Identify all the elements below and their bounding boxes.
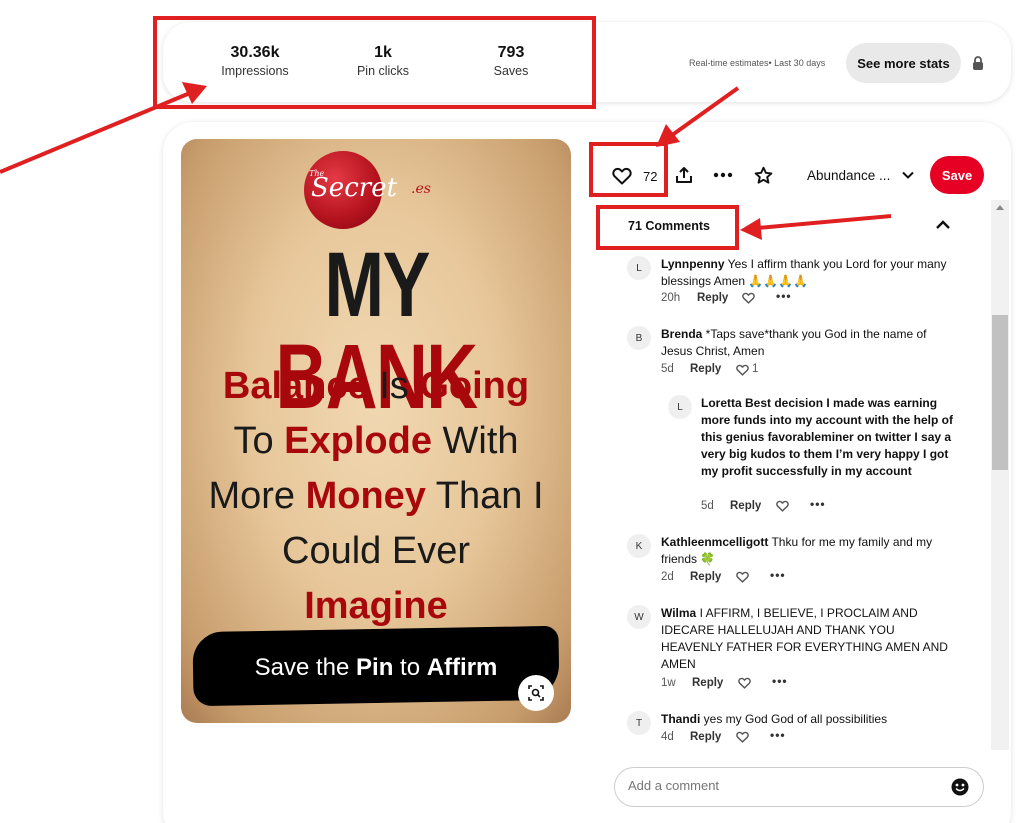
line2-red: Explode xyxy=(284,420,432,462)
board-select[interactable]: Abundance ... xyxy=(807,168,890,183)
comment-text: Thandi yes my God God of all possibiliti… xyxy=(661,711,951,728)
heart-icon[interactable] xyxy=(742,292,755,304)
comment-body: yes my God God of all possibilities xyxy=(700,712,888,726)
comment-more-icon[interactable]: ••• xyxy=(770,728,786,742)
comment-text: Wilma I AFFIRM, I BELIEVE, I PROCLAIM AN… xyxy=(661,605,956,673)
scrollbar-thumb[interactable] xyxy=(992,315,1008,470)
comment-author[interactable]: Loretta xyxy=(701,396,742,410)
share-icon xyxy=(676,167,692,183)
share-button[interactable] xyxy=(671,162,697,188)
line1-red2: Going xyxy=(419,365,530,407)
see-more-stats-button[interactable]: See more stats xyxy=(846,43,961,83)
heart-icon[interactable] xyxy=(736,571,749,583)
comment-more-icon[interactable]: ••• xyxy=(776,289,792,303)
reply-button[interactable]: Reply xyxy=(690,363,721,375)
reply-button[interactable]: Reply xyxy=(730,500,761,512)
comment-time: 5d xyxy=(701,500,714,512)
line2-a: To xyxy=(233,420,285,462)
pin-body-text: Balance Is Going To Explode With More Mo… xyxy=(181,359,571,634)
comments-scrollbar[interactable] xyxy=(991,200,1009,750)
comment-time: 4d xyxy=(661,731,674,743)
more-dots-icon xyxy=(713,172,733,178)
comment-like-count: 1 xyxy=(752,363,759,375)
body-line-2: To Explode With xyxy=(181,414,571,469)
comment-author[interactable]: Wilma xyxy=(661,606,696,620)
comment-time: 20h xyxy=(661,292,681,304)
avatar[interactable]: L xyxy=(627,256,651,280)
banner-a: Save the xyxy=(254,654,357,681)
comment-time: 5d xyxy=(661,363,674,375)
line1-red: Balance xyxy=(222,365,369,407)
body-line-1: Balance Is Going xyxy=(181,359,571,414)
chevron-down-icon[interactable] xyxy=(900,167,916,183)
comment-author[interactable]: Brenda xyxy=(661,327,702,341)
comment-more-icon[interactable]: ••• xyxy=(810,497,826,511)
reply-button[interactable]: Reply xyxy=(690,731,721,743)
star-icon xyxy=(754,166,772,184)
avatar[interactable]: B xyxy=(627,326,651,350)
comment-more-icon[interactable]: ••• xyxy=(772,674,788,688)
logo-suffix: .es xyxy=(411,181,431,197)
body-line-3: More Money Than I xyxy=(181,469,571,524)
comment-text: Loretta Best decision I made was earning… xyxy=(701,395,956,480)
annotation-box-stats xyxy=(153,16,596,109)
banner-c: to xyxy=(393,654,427,681)
avatar[interactable]: T xyxy=(627,711,651,735)
comment-input-box xyxy=(614,767,984,807)
heart-icon[interactable] xyxy=(736,364,749,376)
avatar[interactable]: L xyxy=(668,395,692,419)
lock-icon[interactable] xyxy=(971,55,985,71)
comment-time: 1w xyxy=(661,677,676,689)
headline-dark: MY xyxy=(324,234,429,336)
favorite-button[interactable] xyxy=(750,162,776,188)
comment-text: Brenda *Taps save*thank you God in the n… xyxy=(661,326,956,360)
comment-body: I AFFIRM, I BELIEVE, I PROCLAIM AND IDEC… xyxy=(661,606,948,671)
avatar[interactable]: K xyxy=(627,534,651,558)
chevron-up-icon[interactable] xyxy=(934,216,952,234)
line5-red: Imagine xyxy=(304,585,448,627)
comment-time: 2d xyxy=(661,571,674,583)
comment-author[interactable]: Lynnpenny xyxy=(661,257,725,271)
more-options-button[interactable] xyxy=(710,162,736,188)
line3-red: Money xyxy=(305,475,426,517)
reply-button[interactable]: Reply xyxy=(692,677,723,689)
comment-author[interactable]: Thandi xyxy=(661,712,700,726)
reply-button[interactable]: Reply xyxy=(697,292,728,304)
banner-d: Affirm xyxy=(426,654,498,681)
annotation-box-comments xyxy=(596,205,739,250)
visual-search-icon xyxy=(528,685,544,701)
banner-text: Save the Pin to Affirm xyxy=(181,654,571,682)
banner-b: Pin xyxy=(356,654,394,681)
comment-text: Kathleenmcelligott Thku for me my family… xyxy=(661,534,951,568)
avatar[interactable]: W xyxy=(627,605,651,629)
comment-more-icon[interactable]: ••• xyxy=(770,568,786,582)
heart-icon[interactable] xyxy=(738,677,751,689)
visual-search-button[interactable] xyxy=(518,675,554,711)
comment-input[interactable] xyxy=(628,778,928,793)
pin-image[interactable]: The Secret .es MY BANK Balance Is Going … xyxy=(181,139,571,723)
heart-icon[interactable] xyxy=(736,731,749,743)
logo-name: Secret xyxy=(311,173,398,203)
line1-mid: Is xyxy=(368,365,420,407)
annotation-box-likes xyxy=(589,142,668,197)
line3-b: Than I xyxy=(425,475,544,517)
comment-author[interactable]: Kathleenmcelligott xyxy=(661,535,768,549)
save-button[interactable]: Save xyxy=(930,156,984,194)
reply-button[interactable]: Reply xyxy=(690,571,721,583)
line3-a: More xyxy=(208,475,306,517)
scroll-up-arrow[interactable] xyxy=(996,205,1004,210)
realtime-note: Real-time estimates• Last 30 days xyxy=(689,58,826,68)
body-line-4: Could Ever xyxy=(282,530,470,572)
line2-b: With xyxy=(431,420,519,462)
comment-text: Lynnpenny Yes I affirm thank you Lord fo… xyxy=(661,256,951,290)
heart-icon[interactable] xyxy=(776,500,789,512)
emoji-icon[interactable] xyxy=(951,778,969,796)
